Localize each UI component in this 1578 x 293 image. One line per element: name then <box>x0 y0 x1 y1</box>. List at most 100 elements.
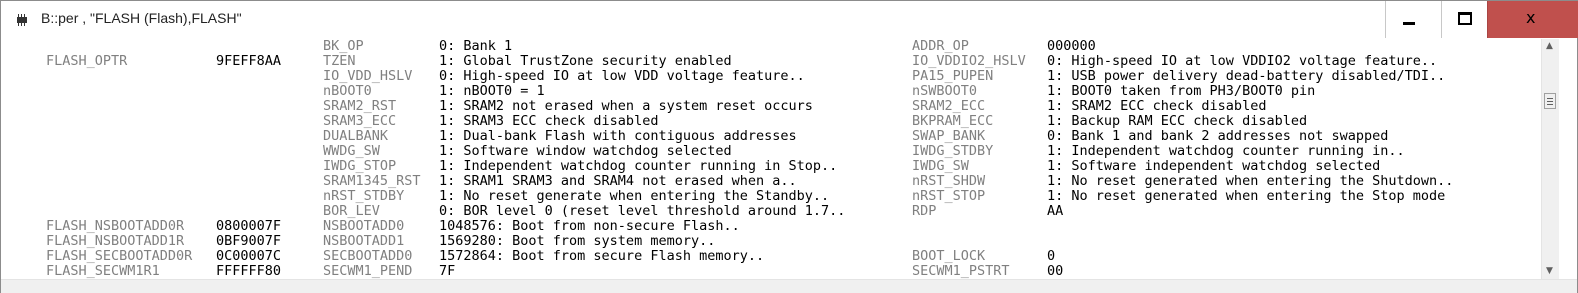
field-name: SRAM1345_RST <box>323 173 421 189</box>
register-value[interactable]: FFFFFF80 <box>216 264 281 279</box>
field-name: nRST_STDBY <box>323 188 405 204</box>
register-row: BK_OP 0: Bank 1 ADDR_OP 000000 <box>5 39 1541 54</box>
register-row: FLASH_OPTR 9FEFF8AA TZEN 1: Global TrustZon… <box>5 54 1541 69</box>
field-name: SECWM1_PEND <box>323 263 413 279</box>
register-row: DUALBANK 1: Dual-bank Flash with contiguo… <box>5 129 1541 144</box>
field-name: nRST_SHDW <box>912 173 986 189</box>
register-value[interactable]: 0800007F <box>216 219 281 234</box>
title-bar[interactable]: B::per , "FLASH (Flash),FLASH" x <box>1 1 1578 39</box>
field-name: TZEN <box>323 53 356 69</box>
field-name: SECWM1_PSTRT <box>912 263 1010 279</box>
field-name: DUALBANK <box>323 128 389 144</box>
field-value[interactable]: 1: Software window watchdog selected <box>439 144 732 159</box>
register-row: SRAM2_RST 1: SRAM2 not erased when a syst… <box>5 99 1541 114</box>
vertical-scrollbar[interactable]: ▲ ▼ <box>1541 39 1559 279</box>
field-name: IO_VDD_HSLV <box>323 68 413 84</box>
maximize-button[interactable] <box>1441 1 1488 38</box>
field-value[interactable]: 1: SRAM2 not erased when a system reset … <box>439 99 813 114</box>
field-value[interactable]: 0: Bank 1 <box>439 39 512 54</box>
close-icon: x <box>1526 8 1536 27</box>
register-row: FLASH_NSBOOTADD0R 0800007F NSBOOTADD0 10485… <box>5 219 1541 234</box>
field-name: BOR_LEV <box>323 203 380 219</box>
register-row: FLASH_SECWM1R1 FFFFFF80 SECWM1_PEND 7F SECWM… <box>5 264 1541 279</box>
minimize-icon <box>1403 22 1415 25</box>
field-value[interactable]: 1: SRAM1 SRAM3 and SRAM4 not erased when… <box>439 174 797 189</box>
register-row: BOR_LEV 0: BOR level 0 (reset level thres… <box>5 204 1541 219</box>
grip-line <box>1547 104 1553 105</box>
field-value[interactable]: 1: No reset generated when entering the … <box>1047 189 1445 204</box>
grip-line <box>1547 98 1553 99</box>
field-name: SRAM2_RST <box>323 98 397 114</box>
register-row: nRST_STDBY 1: No reset generate when ente… <box>5 189 1541 204</box>
register-name: FLASH_NSBOOTADD0R <box>46 218 185 234</box>
field-value[interactable]: 1: Global TrustZone security enabled <box>439 54 732 69</box>
field-value[interactable]: 7F <box>439 264 455 279</box>
field-name: SECBOOTADD0 <box>323 248 413 264</box>
field-value[interactable]: 1: SRAM2 ECC check disabled <box>1047 99 1266 114</box>
field-value[interactable]: 0: High-speed IO at low VDDIO2 voltage f… <box>1047 54 1437 69</box>
register-view[interactable]: BK_OP 0: Bank 1 ADDR_OP 000000 FLASH_OPTR 9FE… <box>5 39 1541 286</box>
register-name: FLASH_NSBOOTADD1R <box>46 233 185 249</box>
register-name: FLASH_SECBOOTADD0R <box>46 248 193 264</box>
field-name: RDP <box>912 203 937 219</box>
field-value[interactable]: 1: Backup RAM ECC check disabled <box>1047 114 1307 129</box>
field-value[interactable]: 1048576: Boot from non-secure Flash.. <box>439 219 740 234</box>
chip-icon <box>17 14 27 26</box>
field-value[interactable]: 1: No reset generated when entering the … <box>1047 174 1453 189</box>
maximize-icon <box>1458 12 1472 25</box>
field-value[interactable]: 0 <box>1047 249 1055 264</box>
field-name: SRAM2_ECC <box>912 98 986 114</box>
field-value[interactable]: 1: No reset generate when entering the S… <box>439 189 829 204</box>
field-value[interactable]: 000000 <box>1047 39 1096 54</box>
grip-line <box>1547 101 1553 102</box>
scroll-up-icon[interactable]: ▲ <box>1546 41 1553 51</box>
register-name: FLASH_OPTR <box>46 53 128 69</box>
field-name: nRST_STOP <box>912 188 986 204</box>
register-row: WWDG_SW 1: Software window watchdog selec… <box>5 144 1541 159</box>
register-row: FLASH_SECBOOTADD0R 0C00007C SECBOOTADD0 157… <box>5 249 1541 264</box>
window-title: B::per , "FLASH (Flash),FLASH" <box>41 10 242 26</box>
field-name: BKPRAM_ECC <box>912 113 994 129</box>
field-name: IWDG_STOP <box>323 158 397 174</box>
field-name: BOOT_LOCK <box>912 248 986 264</box>
peripheral-window: B::per , "FLASH (Flash),FLASH" x BK_OP 0:… <box>0 0 1578 293</box>
field-name: PA15_PUPEN <box>912 68 994 84</box>
field-name: BK_OP <box>323 39 364 54</box>
register-value[interactable]: 0C00007C <box>216 249 281 264</box>
window-bottom-edge <box>1 279 1577 293</box>
field-name: nSWBOOT0 <box>912 83 978 99</box>
field-value[interactable]: 1: Independent watchdog counter running … <box>439 159 837 174</box>
field-name: IO_VDDIO2_HSLV <box>912 53 1026 69</box>
field-value[interactable]: 0: Bank 1 and bank 2 addresses not swapp… <box>1047 129 1388 144</box>
field-value[interactable]: AA <box>1047 204 1063 219</box>
scroll-down-icon[interactable]: ▼ <box>1546 266 1553 276</box>
field-name: IWDG_STDBY <box>912 143 994 159</box>
minimize-button[interactable] <box>1385 1 1432 38</box>
field-value[interactable]: 1572864: Boot from secure Flash memory.. <box>439 249 764 264</box>
field-value[interactable]: 00 <box>1047 264 1063 279</box>
register-name: FLASH_SECWM1R1 <box>46 263 160 279</box>
field-value[interactable]: 1: USB power delivery dead-battery disab… <box>1047 69 1445 84</box>
scroll-thumb[interactable] <box>1544 93 1556 109</box>
field-value[interactable]: 0: High-speed IO at low VDD voltage feat… <box>439 69 805 84</box>
register-row: SRAM1345_RST 1: SRAM1 SRAM3 and SRAM4 not… <box>5 174 1541 189</box>
field-value[interactable]: 1: SRAM3 ECC check disabled <box>439 114 658 129</box>
field-value[interactable]: 1: Dual-bank Flash with contiguous addre… <box>439 129 797 144</box>
close-button[interactable]: x <box>1487 1 1578 38</box>
register-value[interactable]: 0BF9007F <box>216 234 281 249</box>
field-name: ADDR_OP <box>912 39 969 54</box>
field-value[interactable]: 1: BOOT0 taken from PH3/BOOT0 pin <box>1047 84 1315 99</box>
field-value[interactable]: 1569280: Boot from system memory.. <box>439 234 715 249</box>
field-value[interactable]: 1: Independent watchdog counter running … <box>1047 144 1405 159</box>
field-name: SRAM3_ECC <box>323 113 397 129</box>
field-value[interactable]: 1: Software independent watchdog selecte… <box>1047 159 1380 174</box>
register-row: nBOOT0 1: nBOOT0 = 1 nSWBOOT0 1: BOOT0 take… <box>5 84 1541 99</box>
field-name: nBOOT0 <box>323 83 372 99</box>
field-name: IWDG_SW <box>912 158 969 174</box>
register-row: IO_VDD_HSLV 0: High-speed IO at low VDD v… <box>5 69 1541 84</box>
field-value[interactable]: 1: nBOOT0 = 1 <box>439 84 545 99</box>
field-name: NSBOOTADD0 <box>323 218 405 234</box>
field-name: SWAP_BANK <box>912 128 986 144</box>
register-value[interactable]: 9FEFF8AA <box>216 54 281 69</box>
field-value[interactable]: 0: BOR level 0 (reset level threshold ar… <box>439 204 845 219</box>
